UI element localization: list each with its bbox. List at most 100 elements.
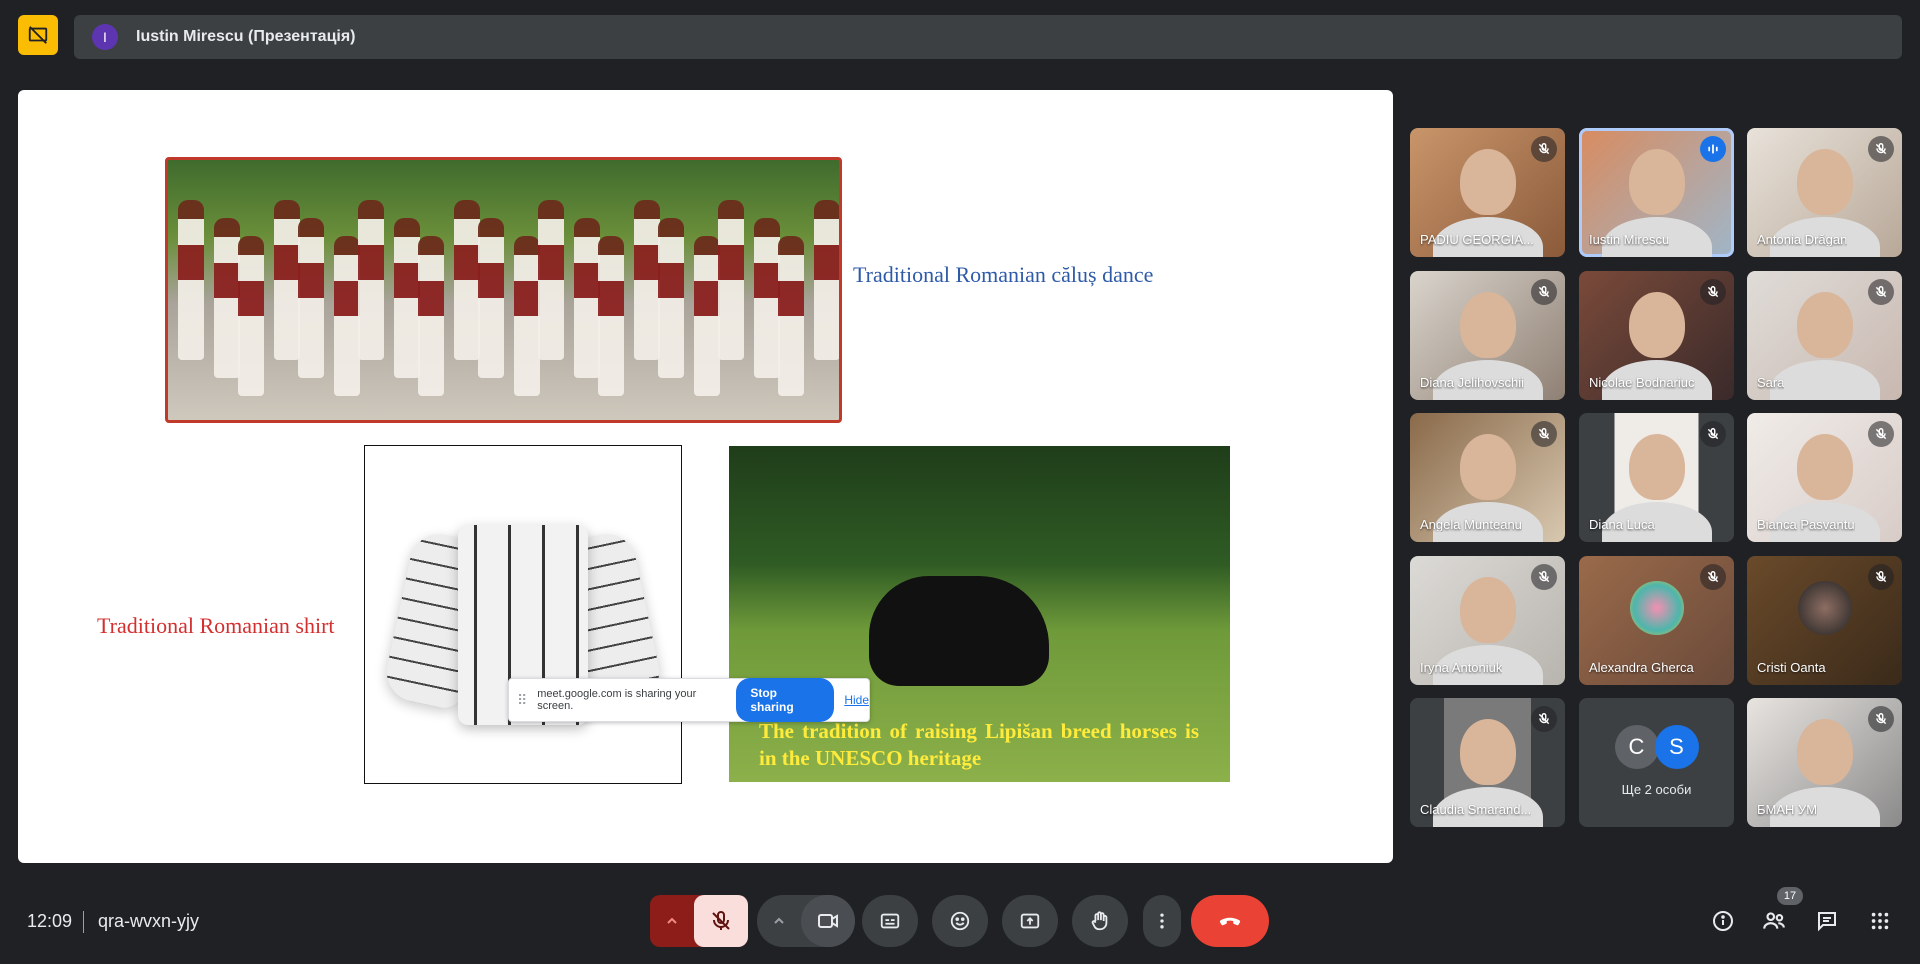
chat-icon [1818,912,1836,932]
avatar [1797,580,1852,635]
participant-name: Diana Luca [1589,517,1655,532]
camera-toggle-button[interactable] [801,895,855,947]
dancer-figure [514,236,540,396]
mic-status [1700,564,1726,590]
mic-off-icon [1707,428,1719,440]
activities-button[interactable] [1864,905,1896,937]
participant-tile[interactable]: Diana Jelihovschii [1410,271,1565,400]
participant-video [1459,719,1516,786]
participant-tile[interactable]: Diana Luca [1579,413,1734,542]
people-button[interactable] [1758,905,1790,937]
raise-hand-button[interactable] [1072,895,1128,947]
drag-handle-icon[interactable]: ⠿ [517,692,527,709]
more-participants-tile[interactable]: C S Ще 2 особи [1579,698,1734,827]
participant-video [1796,292,1853,359]
mic-off-icon [1707,286,1719,298]
participant-name: PADIU GEORGIA... [1420,232,1534,247]
dance-caption: Traditional Romanian căluș dance [853,262,1154,287]
participant-tile[interactable]: Nicolae Bodnariuc [1579,271,1734,400]
dancer-figure [538,200,564,360]
shared-slide: Traditional Romanian căluș dance Traditi… [18,90,1393,863]
participant-tile[interactable]: PADIU GEORGIA... [1410,128,1565,257]
mic-status [1700,421,1726,447]
screen-share-bar: ⠿ meet.google.com is sharing your screen… [508,678,870,722]
dancer-figure [694,236,720,396]
participant-tile[interactable]: Cristi Oanta [1747,556,1902,685]
dancer-figure [598,236,624,396]
present-screen-button[interactable] [1002,895,1058,947]
stop-sharing-button[interactable]: Stop sharing [736,678,835,722]
reactions-button[interactable] [932,895,988,947]
participant-tile[interactable]: Sara [1747,271,1902,400]
more-participants-label: Ще 2 особи [1621,782,1692,797]
audio-options-button[interactable] [650,895,694,947]
dancer-figure [238,236,264,396]
more-avatar: S [1654,725,1699,770]
info-icon [1713,911,1733,931]
dancer-figure [214,218,240,378]
mic-off-icon [1875,286,1887,298]
mic-status [1531,136,1557,162]
dancer-figure [334,236,360,396]
participant-name: Cristi Oanta [1757,660,1826,675]
dancer-figure [718,200,744,360]
participant-tile[interactable]: Claudia Smarand... [1410,698,1565,827]
dancer-figure [178,200,204,360]
chevron-up-icon [667,917,677,924]
hand-icon [1091,911,1108,931]
mic-off-icon [1538,143,1550,155]
present-off-icon [28,26,48,44]
hide-link[interactable]: Hide [844,693,869,707]
participant-tile[interactable]: БМАН УМ [1747,698,1902,827]
mic-off-icon [1875,571,1887,583]
meeting-time: 12:09 [27,911,73,931]
participant-video [1628,292,1685,359]
participant-video [1628,149,1685,216]
mic-off-icon [1538,428,1550,440]
participant-name: БМАН УМ [1757,802,1818,817]
participant-video [1628,434,1685,501]
meeting-details-button[interactable] [1707,905,1739,937]
avatar [1629,580,1684,635]
participant-tile[interactable]: Iryna Antoniuk [1410,556,1565,685]
mic-status [1531,421,1557,447]
participant-video [1796,149,1853,216]
dancer-figure [754,218,780,378]
more-vert-icon [1160,913,1164,929]
participant-tile[interactable]: Iustin Mirescu [1579,128,1734,257]
apps-grid-icon [1871,912,1889,930]
mic-status [1700,136,1726,162]
dancer-figure [298,218,324,378]
meeting-code: qra-wvxn-yjy [98,911,200,931]
share-status-text: meet.google.com is sharing your screen. [537,688,697,712]
shirt-caption: Traditional Romanian shirt [97,613,335,638]
leave-call-button[interactable] [1191,895,1269,947]
closed-captions-icon [880,913,900,929]
people-count-badge: 17 [1777,887,1803,905]
mic-status [1868,279,1894,305]
dancer-figure [478,218,504,378]
captions-button[interactable] [862,895,918,947]
chat-button[interactable] [1811,905,1843,937]
participant-name: Alexandra Gherca [1589,660,1694,675]
participant-video [1769,360,1880,400]
more-options-button[interactable] [1143,895,1181,947]
participant-name: Claudia Smarand... [1420,802,1532,817]
dancer-figure [634,200,660,360]
participant-tile[interactable]: Bianca Pasvantu [1747,413,1902,542]
participant-tile[interactable]: Alexandra Gherca [1579,556,1734,685]
mic-off-icon [1538,571,1550,583]
video-options-button[interactable] [757,895,801,947]
dancer-figure [658,218,684,378]
participant-video [1459,577,1516,644]
participant-tile[interactable]: Antonia Drăgan [1747,128,1902,257]
dance-photo [165,157,842,423]
dancer-figure [574,218,600,378]
dancer-figure [814,200,839,360]
participant-tile[interactable]: Angela Munteanu [1410,413,1565,542]
camera-control [757,895,855,947]
participant-name: Iryna Antoniuk [1420,660,1503,675]
video-camera-icon [818,914,838,928]
presentation-toggle-button[interactable] [18,15,58,55]
microphone-toggle-button[interactable] [694,895,748,947]
